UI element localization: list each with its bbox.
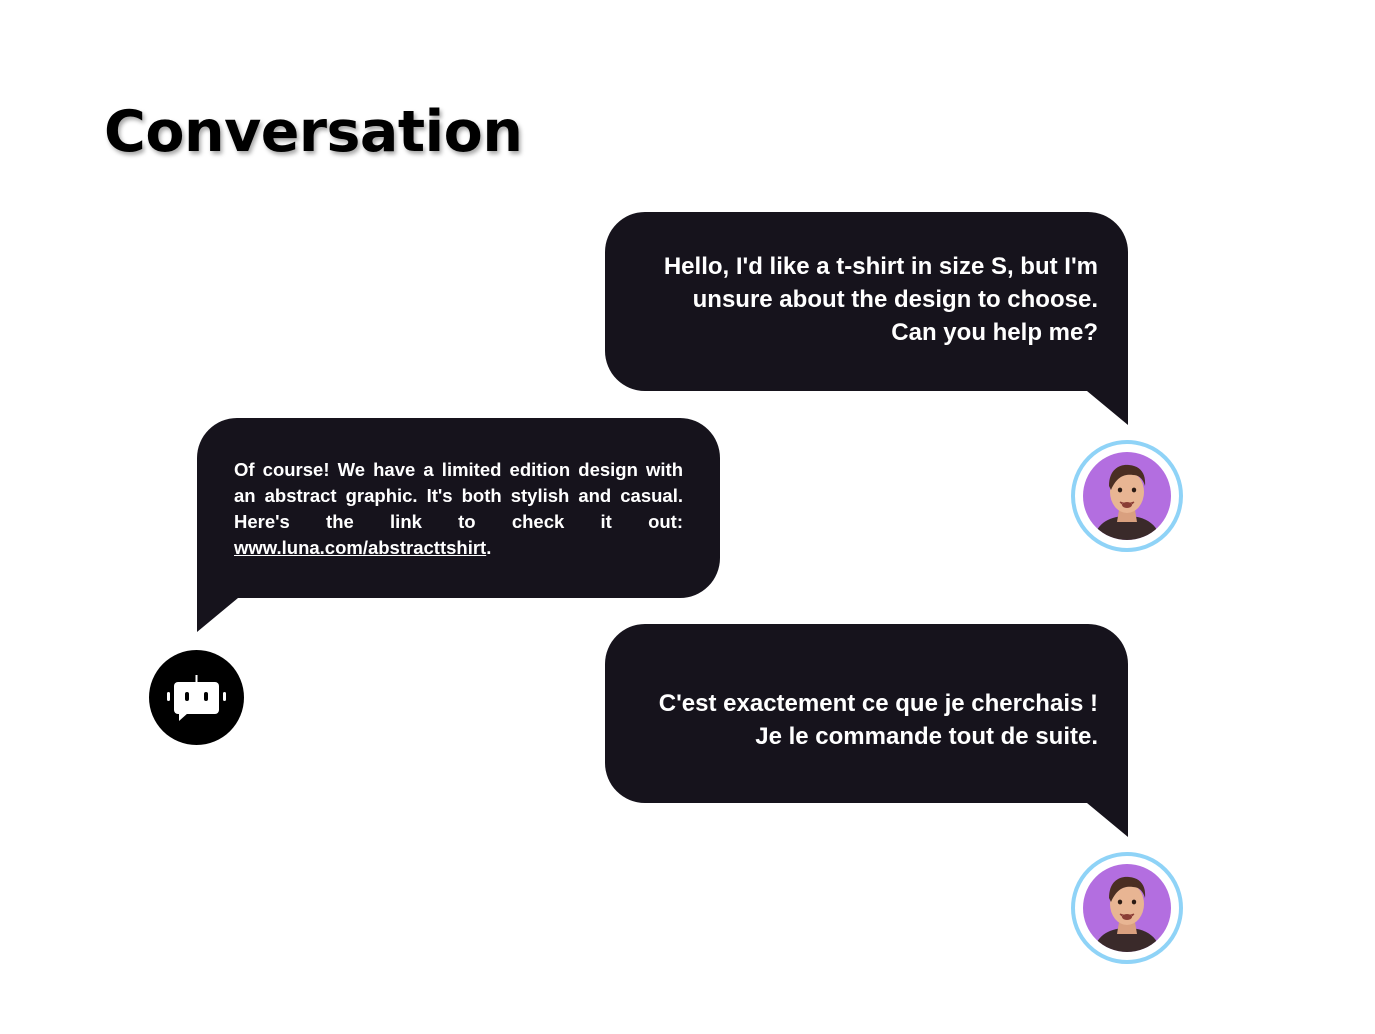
message-line: Hello, I'd like a t-shirt in size S, but… (663, 253, 1098, 280)
message-line: Can you help me? (891, 319, 1098, 346)
bubble-tail (1087, 391, 1128, 425)
product-link[interactable]: www.luna.com/abstracttshirt (234, 537, 486, 558)
page-title: Conversation (104, 99, 523, 165)
message-line: C'est exactement ce que je cherchais ! (658, 690, 1098, 717)
message-line: unsure about the design to choose. (692, 286, 1098, 313)
bot-avatar (149, 650, 244, 745)
bubble-tail (197, 598, 238, 632)
bubble-tail (1087, 803, 1128, 837)
message-text-end: . (486, 537, 492, 558)
message-line: Je le commande tout de suite. (755, 723, 1098, 750)
user-photo-avatar-icon (1083, 864, 1171, 952)
chatbot-icon (167, 675, 226, 721)
message-bubble-user: Hello, I'd like a t-shirt in size S, but… (605, 212, 1128, 425)
message-bubble-bot: Of course! We have a limited edition des… (197, 418, 720, 632)
user-avatar (1071, 852, 1183, 964)
user-avatar (1071, 440, 1183, 552)
user-photo-avatar-icon (1083, 452, 1171, 540)
message-text: Of course! We have a limited edition des… (234, 459, 683, 532)
message-bubble-user: C'est exactement ce que je cherchais ! J… (605, 624, 1128, 837)
